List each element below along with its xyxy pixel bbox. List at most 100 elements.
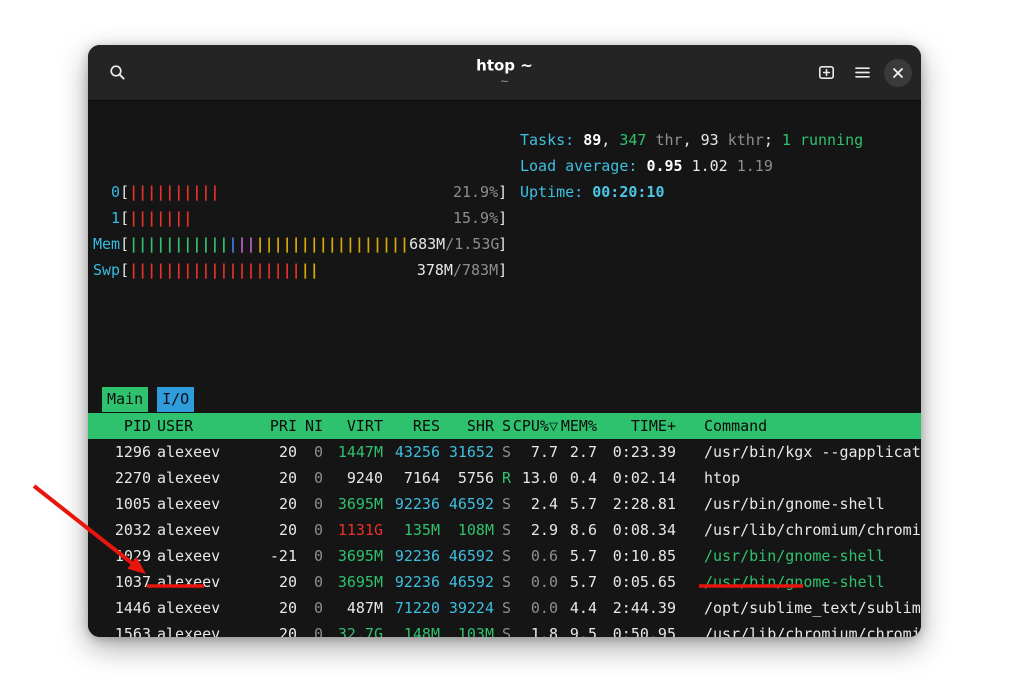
meter-bar-segment: ||||||||||| xyxy=(129,235,228,253)
meter-bars: ||||||| xyxy=(129,205,192,231)
meter-value-part: /1.53G xyxy=(445,235,499,253)
text-segment: Uptime: xyxy=(520,183,592,201)
cell-pri: 20 xyxy=(261,465,297,491)
cell-mem: 8.6 xyxy=(558,517,597,543)
cell-pid: 1296 xyxy=(93,439,151,465)
meter-bar-segment: ||||||||||||||||||| xyxy=(129,261,301,279)
column-header-shr[interactable]: SHR xyxy=(440,413,494,439)
cell-time: 0:23.39 xyxy=(597,439,676,465)
cell-pri: 20 xyxy=(261,439,297,465)
cell-shr: 39224 xyxy=(440,595,494,621)
cell-pid: 2032 xyxy=(93,517,151,543)
cell-pid: 1037 xyxy=(93,569,151,595)
text-segment: , xyxy=(601,131,619,149)
process-row[interactable]: 2270alexeev200924071645756R13.00.40:02.1… xyxy=(88,465,921,491)
column-header-pri[interactable]: PRI xyxy=(261,413,297,439)
tab-io[interactable]: I/O xyxy=(157,387,194,412)
new-tab-button[interactable] xyxy=(809,56,843,90)
menu-button[interactable] xyxy=(845,56,879,90)
cell-s: S xyxy=(494,439,511,465)
window-title: htop ~ xyxy=(476,57,533,74)
process-row[interactable]: 1005alexeev2003695M9223646592S2.45.72:28… xyxy=(88,491,921,517)
text-segment: 0.95 xyxy=(646,157,691,175)
column-header-virt[interactable]: VIRT xyxy=(323,413,383,439)
text-segment: ; xyxy=(764,131,782,149)
process-row[interactable]: 2032alexeev2001131G135M108MS2.98.60:08.3… xyxy=(88,517,921,543)
column-header-user[interactable]: USER xyxy=(151,413,261,439)
cell-virt: 1131G xyxy=(323,517,383,543)
cell-s: R xyxy=(494,465,511,491)
cell-pri: 20 xyxy=(261,595,297,621)
cell-pri: 20 xyxy=(261,517,297,543)
cell-ni: 0 xyxy=(297,439,323,465)
meter-label: Mem xyxy=(93,235,120,253)
cell-mem: 0.4 xyxy=(558,465,597,491)
cpu1-meter: 1[|||||||15.9%] xyxy=(93,205,905,231)
cell-mem: 9.5 xyxy=(558,621,597,637)
meter-bar-segment: ||||||||||||||||| xyxy=(256,235,410,253)
text-segment: 00:20:10 xyxy=(592,183,664,201)
process-row[interactable]: 1563alexeev20032.7G148M103MS1.89.50:50.9… xyxy=(88,621,921,637)
meter-value-part: /783M xyxy=(453,261,498,279)
cell-pid: 2270 xyxy=(93,465,151,491)
window-subtitle: ~ xyxy=(476,76,533,88)
text-segment: 93 xyxy=(701,131,719,149)
cell-time: 2:44.39 xyxy=(597,595,676,621)
meter-open-bracket: [ xyxy=(120,209,129,227)
column-header-ni[interactable]: NI xyxy=(297,413,323,439)
column-header-mem[interactable]: MEM% xyxy=(558,413,597,439)
htop-header-section: 0[||||||||||21.9%] 1[|||||||15.9%]Mem[||… xyxy=(88,127,921,361)
cell-cmd: /usr/bin/kgx --gapplicat xyxy=(676,439,921,465)
meter-label: 1 xyxy=(93,209,120,227)
cell-cmd: /usr/lib/chromium/chromi xyxy=(676,621,921,637)
process-row[interactable]: 1446alexeev200487M7122039224S0.04.42:44.… xyxy=(88,595,921,621)
text-segment: , xyxy=(683,131,701,149)
cell-time: 2:28.81 xyxy=(597,491,676,517)
meter-value-part: 683M xyxy=(409,235,445,253)
cell-cpu: 2.4 xyxy=(511,491,558,517)
swap-meter: Swp[|||||||||||||||||||||378M/783M] xyxy=(93,257,905,283)
hamburger-menu-icon xyxy=(854,64,871,81)
cell-mem: 5.7 xyxy=(558,491,597,517)
cell-cmd: /usr/bin/gnome-shell xyxy=(676,491,921,517)
meter-track: |||||||15.9% xyxy=(129,205,498,231)
cell-res: 43256 xyxy=(383,439,440,465)
window-title-block: htop ~ ~ xyxy=(476,57,533,88)
meter-track: |||||||||||||||||||||||||||||||683M/1.53… xyxy=(129,231,498,257)
cell-cpu: 13.0 xyxy=(511,465,558,491)
text-segment: running xyxy=(791,131,863,149)
cell-res: 7164 xyxy=(383,465,440,491)
cell-pri: -21 xyxy=(261,543,297,569)
meter-close-bracket: ] xyxy=(498,183,507,201)
meter-value: 683M/1.53G xyxy=(409,231,499,257)
meter-close-bracket: ] xyxy=(498,209,507,227)
process-row[interactable]: 1296alexeev2001447M4325631652S7.72.70:23… xyxy=(88,439,921,465)
cell-pid: 1446 xyxy=(93,595,151,621)
column-header-s[interactable]: S xyxy=(494,413,511,439)
new-tab-icon xyxy=(818,64,835,81)
tab-main[interactable]: Main xyxy=(102,387,148,412)
process-row[interactable]: 1029alexeev-2103695M9223646592S0.65.70:1… xyxy=(88,543,921,569)
cell-time: 0:50.95 xyxy=(597,621,676,637)
column-header-cpu[interactable]: CPU%▽ xyxy=(511,413,558,439)
meter-value: 378M/783M xyxy=(417,257,498,283)
cell-res: 135M xyxy=(383,517,440,543)
search-button[interactable] xyxy=(100,56,134,90)
text-segment: 1.19 xyxy=(737,157,773,175)
cell-ni: 0 xyxy=(297,569,323,595)
text-segment: kthr xyxy=(719,131,764,149)
process-row[interactable]: 1037alexeev2003695M9223646592S0.05.70:05… xyxy=(88,569,921,595)
cell-pri: 20 xyxy=(261,491,297,517)
column-header-cmd[interactable]: Command xyxy=(676,413,921,439)
process-table: 1296alexeev2001447M4325631652S7.72.70:23… xyxy=(88,439,921,637)
column-header-pid[interactable]: PID xyxy=(93,413,151,439)
close-button[interactable] xyxy=(884,59,912,87)
column-header-res[interactable]: RES xyxy=(383,413,440,439)
column-header-time[interactable]: TIME+ xyxy=(597,413,676,439)
text-segment: 89 xyxy=(583,131,601,149)
cell-s: S xyxy=(494,517,511,543)
memory-meter: Mem[|||||||||||||||||||||||||||||||683M/… xyxy=(93,231,905,257)
cell-time: 0:02.14 xyxy=(597,465,676,491)
meter-open-bracket: [ xyxy=(120,261,129,279)
cell-cmd: /usr/bin/gnome-shell xyxy=(676,543,921,569)
